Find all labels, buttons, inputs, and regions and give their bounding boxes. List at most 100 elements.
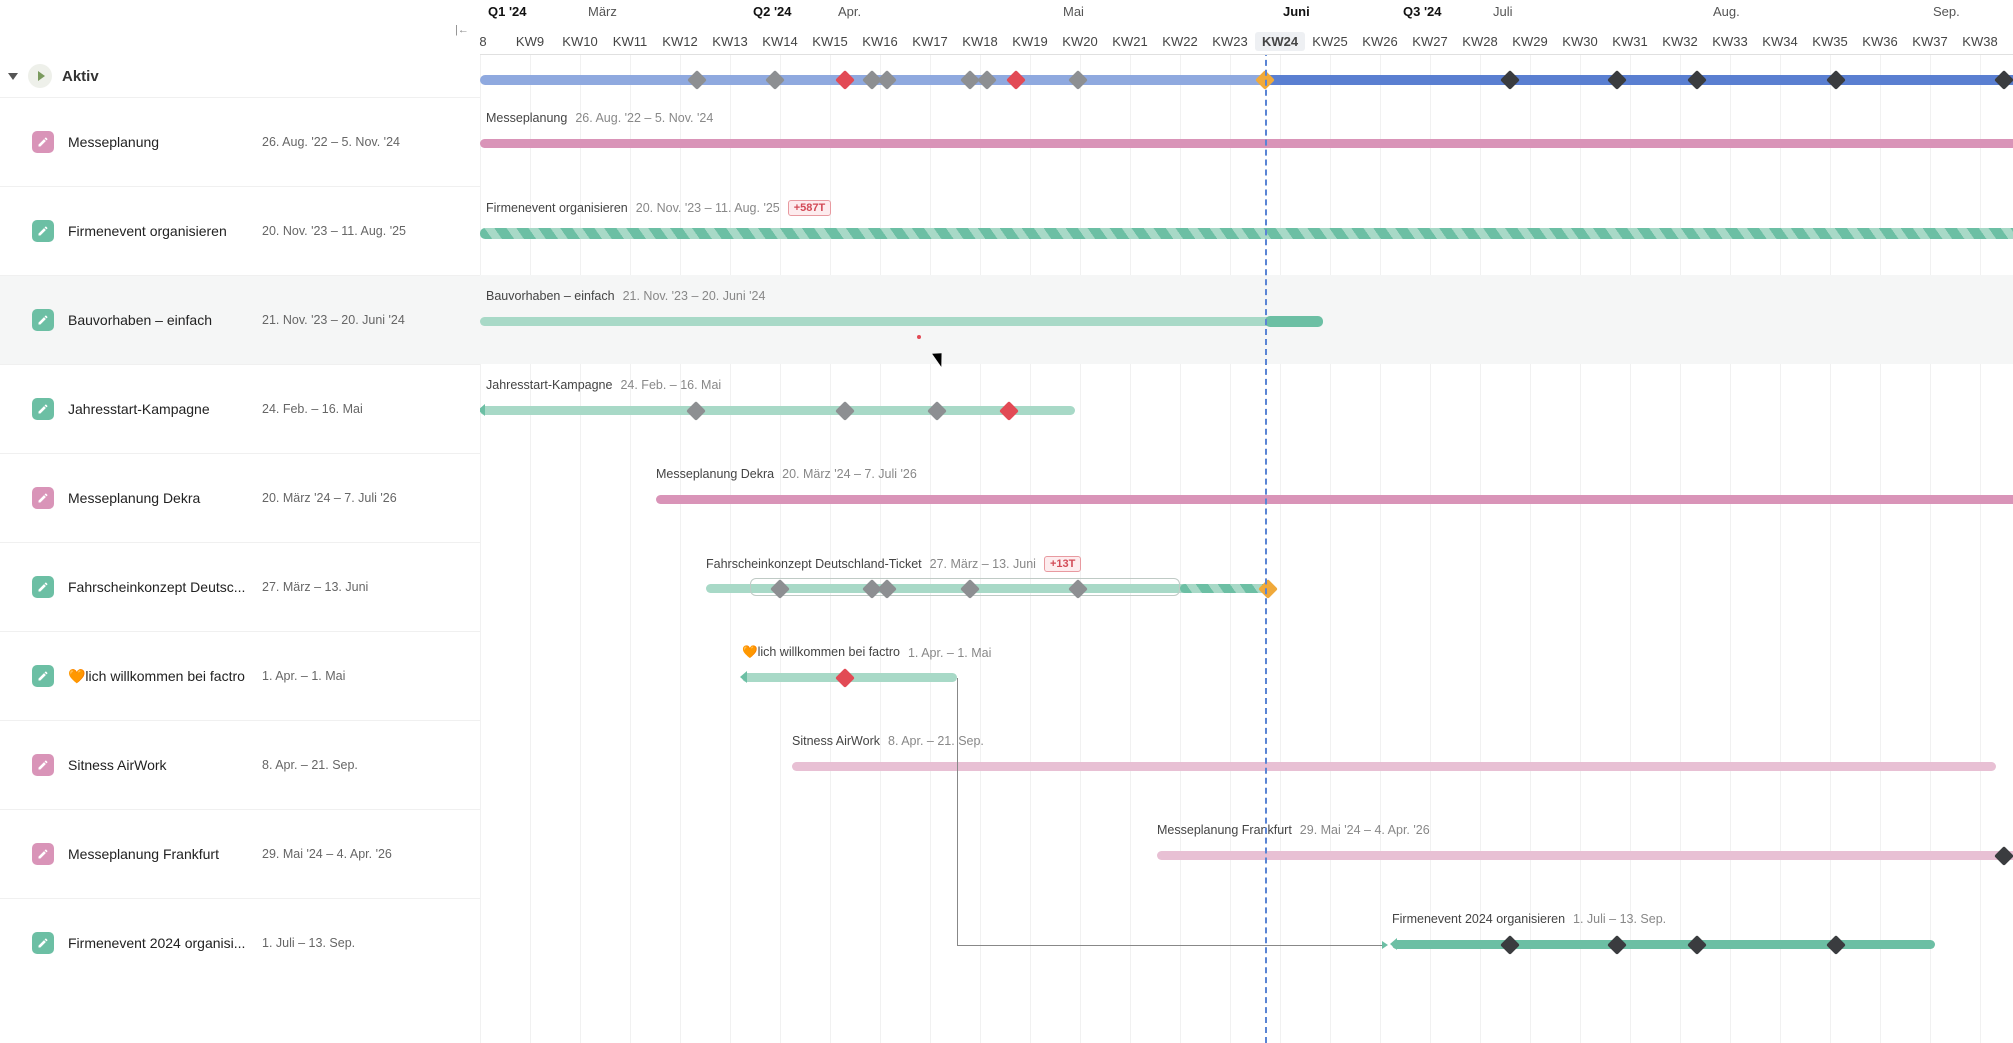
task-row[interactable]: 🧡lich willkommen bei factro1. Apr. – 1. … (0, 631, 480, 720)
week-label-current[interactable]: KW24 (1255, 32, 1305, 51)
edit-icon[interactable] (32, 131, 54, 153)
group-header[interactable]: Aktiv (0, 55, 480, 97)
edit-icon[interactable] (32, 576, 54, 598)
milestone-diamond[interactable] (977, 70, 997, 90)
week-label[interactable]: KW22 (1155, 34, 1205, 49)
task-row[interactable]: Firmenevent 2024 organisi...1. Juli – 13… (0, 898, 480, 987)
milestone-diamond[interactable] (1687, 935, 1707, 955)
month-label: Q1 '24 (488, 4, 527, 19)
bar-caption: Messeplanung Dekra20. März '24 – 7. Juli… (656, 467, 917, 481)
week-label[interactable]: KW18 (955, 34, 1005, 49)
week-label[interactable]: KW13 (705, 34, 755, 49)
gantt-row[interactable]: Messeplanung Dekra20. März '24 – 7. Juli… (480, 453, 2013, 542)
edit-icon[interactable] (32, 309, 54, 331)
week-label[interactable]: KW27 (1405, 34, 1455, 49)
task-row[interactable]: Messeplanung26. Aug. '22 – 5. Nov. '24 (0, 97, 480, 186)
gantt-row[interactable]: Messeplanung26. Aug. '22 – 5. Nov. '24 (480, 97, 2013, 186)
milestone-diamond[interactable] (687, 70, 707, 90)
task-row[interactable]: Messeplanung Dekra20. März '24 – 7. Juli… (0, 453, 480, 542)
milestone-diamond[interactable] (1607, 70, 1627, 90)
week-label[interactable]: KW23 (1205, 34, 1255, 49)
play-icon[interactable] (28, 64, 52, 88)
week-label[interactable]: KW26 (1355, 34, 1405, 49)
milestone-diamond[interactable] (1500, 935, 1520, 955)
edit-icon[interactable] (32, 487, 54, 509)
gantt-row[interactable]: Firmenevent 2024 organisieren1. Juli – 1… (480, 898, 2013, 987)
gantt-row[interactable]: Fahrscheinkonzept Deutschland-Ticket27. … (480, 542, 2013, 631)
milestone-diamond[interactable] (835, 668, 855, 688)
task-row[interactable]: Sitness AirWork8. Apr. – 21. Sep. (0, 720, 480, 809)
week-label[interactable]: KW19 (1005, 34, 1055, 49)
gantt-row[interactable]: Messeplanung Frankfurt29. Mai '24 – 4. A… (480, 809, 2013, 898)
edit-icon[interactable] (32, 932, 54, 954)
gantt-bar[interactable] (480, 406, 1075, 415)
week-label[interactable]: KV (2005, 34, 2013, 49)
milestone-diamond[interactable] (927, 401, 947, 421)
milestone-diamond[interactable] (835, 70, 855, 90)
week-label[interactable]: KW17 (905, 34, 955, 49)
task-row[interactable]: Jahresstart-Kampagne24. Feb. – 16. Mai (0, 364, 480, 453)
week-label[interactable]: KW9 (505, 34, 555, 49)
collapse-left-icon[interactable]: |← (455, 24, 469, 36)
week-label[interactable]: KW37 (1905, 34, 1955, 49)
week-label[interactable]: KW20 (1055, 34, 1105, 49)
week-label[interactable]: KW25 (1305, 34, 1355, 49)
gantt-row[interactable]: 🧡lich willkommen bei factro1. Apr. – 1. … (480, 631, 2013, 720)
milestone-diamond[interactable] (1687, 70, 1707, 90)
task-row[interactable]: Messeplanung Frankfurt29. Mai '24 – 4. A… (0, 809, 480, 898)
week-label[interactable]: KW30 (1555, 34, 1605, 49)
gantt-bar[interactable] (1392, 940, 1935, 949)
gantt-row[interactable]: Firmenevent organisieren20. Nov. '23 – 1… (480, 186, 2013, 275)
task-row[interactable]: Fahrscheinkonzept Deutsc...27. März – 13… (0, 542, 480, 631)
milestone-diamond[interactable] (877, 70, 897, 90)
week-label[interactable]: KW28 (1455, 34, 1505, 49)
edit-icon[interactable] (32, 398, 54, 420)
milestone-diamond[interactable] (999, 401, 1019, 421)
milestone-diamond[interactable] (1994, 70, 2013, 90)
milestone-diamond[interactable] (835, 401, 855, 421)
chevron-down-icon[interactable] (8, 73, 18, 80)
task-row[interactable]: Bauvorhaben – einfach21. Nov. '23 – 20. … (0, 275, 480, 364)
gantt-bar[interactable] (792, 762, 1996, 771)
milestone-diamond[interactable] (1068, 70, 1088, 90)
milestone-diamond[interactable] (1994, 846, 2013, 866)
milestone-diamond[interactable] (1826, 70, 1846, 90)
week-label[interactable]: KW36 (1855, 34, 1905, 49)
week-label[interactable]: KW10 (555, 34, 605, 49)
milestone-diamond[interactable] (1826, 935, 1846, 955)
gantt-row[interactable]: Sitness AirWork8. Apr. – 21. Sep. (480, 720, 2013, 809)
milestone-diamond[interactable] (1258, 579, 1278, 599)
week-label[interactable]: KW35 (1805, 34, 1855, 49)
gantt-pane[interactable]: Messeplanung26. Aug. '22 – 5. Nov. '24Fi… (480, 55, 2013, 1043)
week-label[interactable]: KW32 (1655, 34, 1705, 49)
milestone-diamond[interactable] (1006, 70, 1026, 90)
week-label[interactable]: KW14 (755, 34, 805, 49)
week-label[interactable]: KW16 (855, 34, 905, 49)
gantt-bar[interactable] (1157, 851, 2013, 860)
edit-icon[interactable] (32, 665, 54, 687)
week-label[interactable]: 8 (473, 34, 493, 49)
gantt-row[interactable]: Bauvorhaben – einfach21. Nov. '23 – 20. … (480, 275, 2013, 364)
task-row[interactable]: Firmenevent organisieren20. Nov. '23 – 1… (0, 186, 480, 275)
week-label[interactable]: KW38 (1955, 34, 2005, 49)
milestone-diamond[interactable] (1607, 935, 1627, 955)
gantt-bar[interactable] (480, 228, 2013, 239)
milestone-diamond[interactable] (765, 70, 785, 90)
week-label[interactable]: KW11 (605, 34, 655, 49)
gantt-bar[interactable] (480, 317, 1323, 326)
week-label[interactable]: KW29 (1505, 34, 1555, 49)
milestone-diamond[interactable] (686, 401, 706, 421)
week-label[interactable]: KW15 (805, 34, 855, 49)
milestone-diamond[interactable] (1500, 70, 1520, 90)
week-label[interactable]: KW34 (1755, 34, 1805, 49)
gantt-bar[interactable] (656, 495, 2013, 504)
gantt-bar[interactable] (480, 139, 2013, 148)
week-label[interactable]: KW31 (1605, 34, 1655, 49)
edit-icon[interactable] (32, 754, 54, 776)
gantt-row[interactable]: Jahresstart-Kampagne24. Feb. – 16. Mai (480, 364, 2013, 453)
edit-icon[interactable] (32, 843, 54, 865)
edit-icon[interactable] (32, 220, 54, 242)
week-label[interactable]: KW33 (1705, 34, 1755, 49)
week-label[interactable]: KW21 (1105, 34, 1155, 49)
week-label[interactable]: KW12 (655, 34, 705, 49)
